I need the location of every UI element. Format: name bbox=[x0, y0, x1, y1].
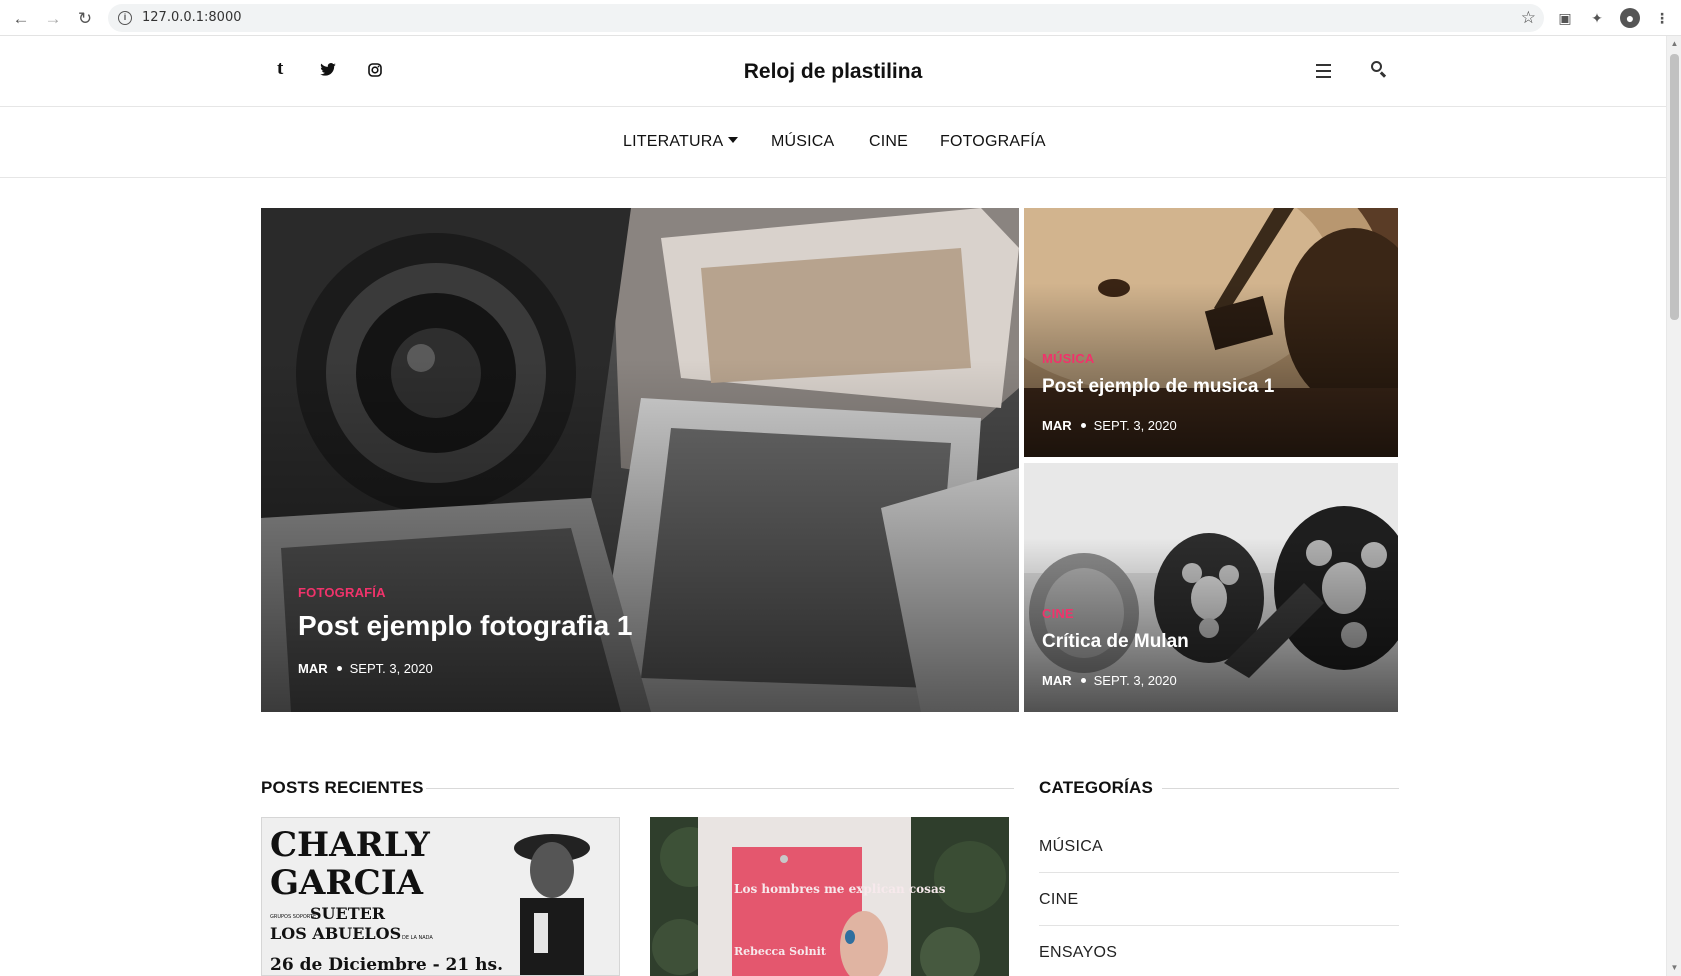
categories-heading: CATEGORÍAS bbox=[1039, 778, 1154, 797]
address-bar[interactable]: i 127.0.0.1:8000 ☆ bbox=[108, 4, 1544, 32]
poster-band-2-suffix: DE LA NADA bbox=[402, 935, 433, 941]
nav-item-label: LITERATURA bbox=[623, 133, 724, 150]
book-in-hand-image: Los hombres me explican cosas Rebecca So… bbox=[650, 817, 1009, 976]
meta-dot bbox=[1080, 678, 1086, 683]
site-header: t Reloj de plastilina bbox=[0, 37, 1666, 107]
post-author[interactable]: MAR bbox=[1042, 418, 1072, 433]
nav-item-cine[interactable]: CINE bbox=[869, 133, 908, 151]
url-text[interactable]: 127.0.0.1:8000 bbox=[142, 10, 242, 25]
post-date: SEPT. 3, 2020 bbox=[1093, 673, 1177, 688]
poster-band-2: LOS ABUELOS bbox=[270, 924, 401, 943]
poster-line-1: CHARLY bbox=[270, 825, 431, 865]
section-divider bbox=[1162, 788, 1399, 789]
post-date: SEPT. 3, 2020 bbox=[1093, 418, 1177, 433]
post-category[interactable]: CINE bbox=[1042, 606, 1074, 621]
meta-dot bbox=[336, 666, 342, 671]
featured-post-card[interactable]: CINE Crítica de Mulan MAR SEPT. 3, 2020 bbox=[1024, 463, 1398, 712]
dropdown-caret-icon bbox=[728, 137, 739, 143]
post-category[interactable]: MÚSICA bbox=[1042, 351, 1094, 366]
post-meta: MAR SEPT. 3, 2020 bbox=[298, 661, 433, 676]
poster-date: 26 de Diciembre - 21 hs. bbox=[270, 955, 503, 975]
featured-post-card[interactable]: FOTOGRAFÍA Post ejemplo fotografia 1 MAR… bbox=[261, 208, 1019, 712]
recent-post-thumbnail[interactable]: CHARLY GARCIA GRUPOS SOPORTE SUETER LOS … bbox=[261, 817, 620, 976]
post-author[interactable]: MAR bbox=[1042, 673, 1072, 688]
category-separator bbox=[1039, 872, 1399, 873]
scroll-down-arrow-icon[interactable]: ▼ bbox=[1670, 964, 1679, 972]
hamburger-menu-icon[interactable] bbox=[1316, 64, 1331, 78]
page-scrollbar[interactable]: ▲ ▼ bbox=[1666, 36, 1681, 976]
book-title: Los hombres me explican cosas bbox=[734, 882, 946, 896]
category-item-cine[interactable]: CINE bbox=[1039, 891, 1078, 909]
recent-posts-heading: POSTS RECIENTES bbox=[261, 778, 424, 797]
meta-dot bbox=[1080, 423, 1086, 428]
reload-icon[interactable]: ↻ bbox=[74, 8, 96, 30]
search-icon[interactable] bbox=[1370, 60, 1388, 78]
profile-avatar-icon[interactable]: ● bbox=[1620, 8, 1640, 28]
site-info-icon[interactable]: i bbox=[118, 11, 132, 25]
nav-item-literatura[interactable]: LITERATURA bbox=[623, 133, 739, 151]
forward-icon[interactable]: → bbox=[42, 8, 64, 30]
recent-post-thumbnail[interactable]: Los hombres me explican cosas Rebecca So… bbox=[650, 817, 1009, 976]
browser-toolbar: ← → ↻ i 127.0.0.1:8000 ☆ ▣ ✦ ● ⋮ bbox=[0, 0, 1681, 36]
site-title[interactable]: Reloj de plastilina bbox=[0, 60, 1666, 84]
post-title[interactable]: Post ejemplo fotografia 1 bbox=[298, 610, 633, 642]
category-separator bbox=[1039, 925, 1399, 926]
poster-line-2: GARCIA bbox=[270, 863, 424, 903]
post-author[interactable]: MAR bbox=[298, 661, 328, 676]
browser-menu-icon[interactable]: ⋮ bbox=[1652, 8, 1672, 28]
back-icon[interactable]: ← bbox=[10, 8, 32, 30]
concert-poster-image: CHARLY GARCIA GRUPOS SOPORTE SUETER LOS … bbox=[262, 818, 619, 975]
category-item-ensayos[interactable]: ENSAYOS bbox=[1039, 944, 1117, 962]
extension-icon[interactable]: ▣ bbox=[1555, 8, 1575, 28]
post-date: SEPT. 3, 2020 bbox=[349, 661, 433, 676]
category-item-musica[interactable]: MÚSICA bbox=[1039, 838, 1103, 856]
bookmark-star-icon[interactable]: ☆ bbox=[1521, 8, 1536, 28]
post-title[interactable]: Post ejemplo de musica 1 bbox=[1042, 376, 1274, 398]
puzzle-extensions-icon[interactable]: ✦ bbox=[1587, 8, 1607, 28]
poster-band-1: SUETER bbox=[310, 904, 386, 923]
post-meta: MAR SEPT. 3, 2020 bbox=[1042, 673, 1177, 688]
book-author: Rebecca Solnit bbox=[734, 945, 827, 958]
post-title[interactable]: Crítica de Mulan bbox=[1042, 631, 1189, 653]
image-gradient-overlay bbox=[261, 359, 1019, 712]
post-meta: MAR SEPT. 3, 2020 bbox=[1042, 418, 1177, 433]
featured-post-card[interactable]: MÚSICA Post ejemplo de musica 1 MAR SEPT.… bbox=[1024, 208, 1398, 457]
section-divider bbox=[426, 788, 1014, 789]
nav-item-musica[interactable]: MÚSICA bbox=[771, 133, 834, 151]
nav-item-fotografia[interactable]: FOTOGRAFÍA bbox=[940, 133, 1046, 151]
post-category[interactable]: FOTOGRAFÍA bbox=[298, 585, 386, 600]
scroll-up-arrow-icon[interactable]: ▲ bbox=[1670, 40, 1679, 48]
scrollbar-thumb[interactable] bbox=[1670, 54, 1679, 320]
main-navigation: LITERATURA MÚSICA CINE FOTOGRAFÍA bbox=[0, 108, 1666, 178]
